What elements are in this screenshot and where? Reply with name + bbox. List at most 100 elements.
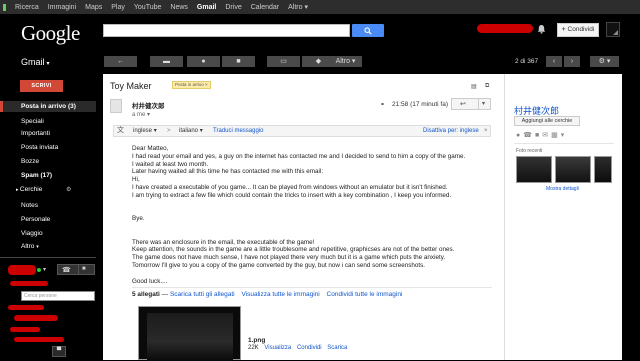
body-line: Bye. bbox=[132, 215, 145, 223]
more-actions-button[interactable]: Altro ▾ bbox=[329, 56, 362, 67]
people-search-input[interactable]: Cerca persone bbox=[21, 291, 95, 301]
spam-icon: ● bbox=[201, 58, 206, 65]
more-icon[interactable]: ▾ bbox=[561, 132, 568, 139]
attachment-dash: — bbox=[161, 291, 169, 298]
inbox-label-badge[interactable]: Posta in arrivo × bbox=[172, 81, 211, 89]
attachment-meta: 22K Visualizza Condividi Scarica bbox=[248, 345, 347, 351]
close-icon[interactable]: × bbox=[205, 82, 208, 87]
topbar-altro-label: Altro bbox=[288, 4, 303, 11]
sidebar-item-notes[interactable]: Notes bbox=[21, 202, 38, 209]
archive-icon: ▬ bbox=[163, 58, 170, 65]
gear-icon: ⚙ bbox=[598, 58, 605, 65]
calendar-icon[interactable]: ▦ bbox=[551, 132, 561, 139]
sidebar-item-personal[interactable]: Personale bbox=[21, 216, 50, 223]
new-window-icon[interactable]: ⧉ bbox=[485, 83, 489, 90]
sidebar-item-important[interactable]: Importanti bbox=[21, 130, 50, 137]
reply-icon[interactable]: ↩ bbox=[460, 100, 466, 108]
recent-photo[interactable] bbox=[516, 156, 552, 183]
share-button[interactable]: + Condividi bbox=[557, 23, 599, 37]
show-details-link[interactable]: Mostra dettagli bbox=[546, 186, 579, 192]
google-logo[interactable]: Google bbox=[21, 21, 80, 46]
report-spam-button[interactable]: ● bbox=[187, 56, 220, 67]
download-all-link[interactable]: Scarica tutti gli allegati bbox=[170, 291, 235, 298]
body-line bbox=[132, 223, 482, 231]
folder-icon: ▭ bbox=[280, 58, 287, 65]
attachment-thumbnail[interactable] bbox=[138, 306, 241, 361]
sidebar-divider bbox=[0, 257, 96, 258]
topbar-link-ricerca[interactable]: Ricerca bbox=[15, 4, 39, 11]
topbar-link-drive[interactable]: Drive bbox=[225, 4, 241, 11]
move-to-button[interactable]: ▭ bbox=[267, 56, 300, 67]
chevron-left-icon: ‹ bbox=[552, 58, 556, 65]
settings-button[interactable]: ⚙ ▾ bbox=[590, 56, 619, 67]
topbar-link-immagini[interactable]: Immagini bbox=[48, 4, 76, 11]
chevron-down-icon: ▾ bbox=[199, 128, 203, 134]
source-language-select[interactable]: inglese ▾ bbox=[133, 126, 157, 136]
topbar-link-youtube[interactable]: YouTube bbox=[134, 4, 162, 11]
chevron-right-icon: › bbox=[570, 58, 574, 65]
sidebar-item-starred[interactable]: Speciali bbox=[21, 118, 44, 125]
back-button[interactable]: ← bbox=[104, 56, 137, 67]
delete-button[interactable]: ■ bbox=[222, 56, 255, 67]
divider bbox=[478, 99, 479, 109]
body-line: I had read your email and yes, a guy on … bbox=[132, 152, 466, 160]
sidebar-item-inbox[interactable]: Posta in arrivo (3) bbox=[21, 103, 76, 110]
gear-icon[interactable]: ⚙ bbox=[66, 186, 71, 193]
compose-button[interactable]: SCRIVI bbox=[20, 80, 63, 92]
chevron-down-icon[interactable]: ▾ bbox=[43, 266, 46, 273]
sidebar-item-spam[interactable]: Spam (17) bbox=[21, 172, 52, 179]
topbar-link-gmail[interactable]: Gmail bbox=[197, 4, 216, 11]
sidebar-item-travel[interactable]: Viaggio bbox=[21, 230, 43, 237]
disable-translate-link[interactable]: Disattiva per: inglese bbox=[423, 126, 479, 136]
chat-actions: ☎ ■ bbox=[57, 264, 95, 275]
target-language-select[interactable]: italiano ▾ bbox=[179, 126, 203, 136]
gmail-app-switcher[interactable]: Gmail ▾ bbox=[21, 57, 50, 67]
topbar-link-news[interactable]: News bbox=[170, 4, 188, 11]
redacted-contact bbox=[8, 305, 44, 310]
account-avatar[interactable] bbox=[606, 22, 620, 37]
print-icon[interactable]: ▤ bbox=[471, 83, 477, 90]
phone-icon[interactable]: ☎ bbox=[523, 132, 535, 139]
sender-avatar[interactable] bbox=[110, 99, 122, 113]
view-link[interactable]: Visualizza bbox=[264, 345, 291, 351]
recent-photo[interactable] bbox=[594, 156, 612, 183]
add-to-circles-button[interactable]: Aggiungi alle cerchie bbox=[514, 116, 580, 126]
message-subject: Toy Maker bbox=[110, 81, 152, 91]
sidebar-item-more[interactable]: Altro ▾ bbox=[21, 243, 39, 250]
translate-message-link[interactable]: Traduci messaggio bbox=[213, 126, 263, 136]
topbar-link-play[interactable]: Play bbox=[111, 4, 125, 11]
search-button[interactable] bbox=[352, 24, 384, 37]
recipient-line[interactable]: a me ▾ bbox=[132, 111, 150, 118]
chevron-down-icon: ▾ bbox=[606, 58, 611, 65]
target-language: italiano bbox=[179, 128, 199, 134]
chat-bubble-icon[interactable]: ▀ bbox=[52, 346, 66, 357]
notification-bell-icon[interactable] bbox=[537, 24, 546, 36]
newer-button[interactable]: ‹ bbox=[546, 56, 562, 67]
archive-button[interactable]: ▬ bbox=[150, 56, 183, 67]
topbar-link-altro[interactable]: Altro ▾ bbox=[288, 3, 308, 11]
recipient-label: a me bbox=[132, 112, 146, 118]
avatar-corner-icon bbox=[613, 30, 618, 35]
message-timestamp: 21:58 (17 minuti fa) bbox=[392, 101, 449, 108]
sidebar-item-drafts[interactable]: Bozze bbox=[21, 158, 39, 165]
share-link[interactable]: Condividi bbox=[297, 345, 322, 351]
phone-icon[interactable]: ☎ bbox=[62, 266, 71, 274]
topbar-link-calendar[interactable]: Calendar bbox=[251, 4, 279, 11]
redacted-chat-user bbox=[8, 265, 36, 275]
sidebar-item-sent[interactable]: Posta inviata bbox=[21, 144, 58, 151]
search-input[interactable] bbox=[103, 24, 350, 37]
topbar-link-maps[interactable]: Maps bbox=[85, 4, 102, 11]
share-all-images-link[interactable]: Condividi tutte le immagini bbox=[327, 291, 403, 298]
sender-name[interactable]: 村井健次郎 bbox=[132, 100, 165, 110]
older-button[interactable]: › bbox=[564, 56, 580, 67]
message-body: Dear Matteo, I had read your email and y… bbox=[132, 145, 482, 285]
mail-icon[interactable]: ✉ bbox=[542, 132, 551, 139]
sidebar-item-circles[interactable]: ▸ Cerchie bbox=[16, 186, 42, 193]
video-icon[interactable]: ■ bbox=[82, 266, 86, 272]
recent-photo[interactable] bbox=[555, 156, 591, 183]
view-all-images-link[interactable]: Visualizza tutte le immagini bbox=[241, 291, 319, 298]
attachment-clip-icon: ⚭ bbox=[380, 102, 386, 108]
chevron-down-icon[interactable]: ▾ bbox=[482, 100, 485, 107]
download-link[interactable]: Scarica bbox=[327, 345, 347, 351]
close-icon[interactable]: × bbox=[484, 126, 488, 136]
